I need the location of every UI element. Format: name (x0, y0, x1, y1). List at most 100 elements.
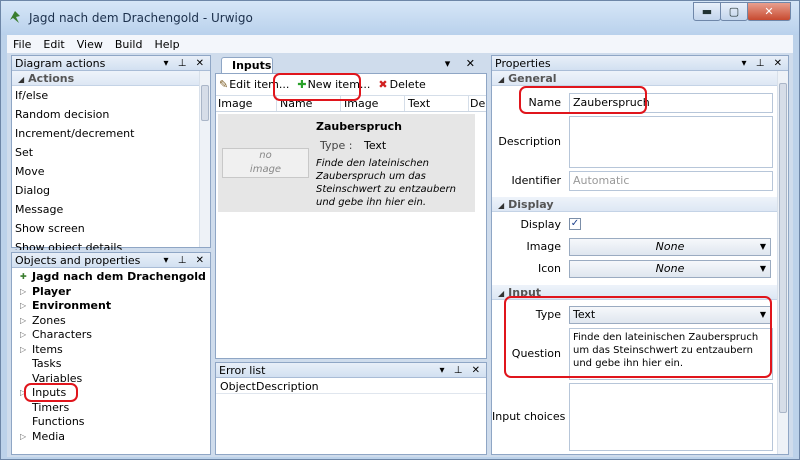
expand-icon[interactable]: ▷ (20, 343, 26, 358)
menu-edit[interactable]: Edit (37, 38, 70, 51)
tree-node-tasks[interactable]: Tasks (12, 357, 210, 372)
maximize-button[interactable]: ▢ (720, 2, 748, 21)
type-label: Type (535, 308, 561, 321)
tree-node-label: Media (32, 429, 66, 443)
delete-icon: ✖ (378, 78, 388, 91)
tab-inputs[interactable]: Inputs (221, 57, 273, 73)
col-name[interactable]: Name (280, 97, 312, 110)
identifier-field[interactable]: Automatic (569, 171, 773, 191)
icon-label: Icon (538, 262, 561, 275)
tree-node-inputs[interactable]: ▷ Inputs (12, 386, 210, 401)
tree-node-characters[interactable]: ▷ Characters (12, 328, 210, 343)
section-label: Actions (28, 72, 75, 85)
error-list-panel: Error list ▾ ⊥ ✕ Object Description (215, 362, 487, 455)
menu-file[interactable]: File (7, 38, 37, 51)
tree-node-player[interactable]: ▷ Player (12, 285, 210, 300)
col-object[interactable]: Object (220, 380, 256, 393)
expand-icon[interactable]: ▷ (20, 386, 26, 401)
menu-view[interactable]: View (71, 38, 109, 51)
tree-node-items[interactable]: ▷ Items (12, 343, 210, 358)
collapse-icon: ◢ (498, 201, 505, 210)
general-section[interactable]: ◢ General (492, 71, 777, 86)
col-text[interactable]: Text (408, 97, 430, 110)
scroll-thumb[interactable] (779, 83, 787, 413)
actions-section[interactable]: ◢ Actions (12, 71, 199, 86)
button-label: Edit item... (229, 78, 290, 91)
minimize-button[interactable]: ▬ (693, 2, 721, 21)
tree-node-label: Characters (32, 328, 93, 341)
panel-controls[interactable]: ▾ ⊥ ✕ (164, 253, 207, 268)
description-field[interactable] (569, 116, 773, 168)
tree-node-label: Tasks (32, 357, 62, 370)
action-message[interactable]: Message (12, 200, 199, 219)
action-show-object-details[interactable]: Show object details (12, 238, 199, 250)
close-button[interactable]: ✕ (747, 2, 791, 21)
action-dialog[interactable]: Dialog (12, 181, 199, 200)
col-description[interactable]: Description (256, 380, 319, 393)
display-section[interactable]: ◢ Display (492, 197, 777, 212)
type-combo[interactable]: Text ▼ (569, 306, 771, 324)
display-label: Display (520, 218, 561, 231)
expand-icon[interactable]: ▷ (20, 430, 26, 445)
delete-button[interactable]: ✖ Delete (378, 78, 425, 91)
document-controls[interactable]: ▾ ✕ (445, 57, 481, 70)
input-section[interactable]: ◢ Input (492, 285, 777, 300)
tree-node-label: Timers (32, 400, 70, 414)
tree-node-jagd-nach-dem-drachengold[interactable]: ✚ Jagd nach dem Drachengold (12, 270, 210, 285)
image-combo[interactable]: None ▼ (569, 238, 771, 256)
expand-icon[interactable]: ▷ (20, 328, 26, 343)
edit-item-button[interactable]: ✎ Edit item... (219, 78, 289, 91)
question-field[interactable]: Finde den lateinischen Zauberspruch um d… (569, 328, 773, 380)
section-label: Input (508, 286, 542, 299)
col-description[interactable]: De (470, 97, 486, 110)
identifier-label: Identifier (511, 174, 561, 187)
new-item-button[interactable]: ✚ New item... (297, 78, 370, 91)
icon-combo[interactable]: None ▼ (569, 260, 771, 278)
tree-node-label: Environment (32, 299, 112, 312)
combo-value: Text (573, 308, 596, 321)
panel-controls[interactable]: ▾ ⊥ ✕ (440, 363, 483, 378)
tree-node-variables[interactable]: Variables (12, 372, 210, 387)
tree-node-media[interactable]: ▷ Media (12, 430, 210, 445)
add-icon: ✚ (297, 78, 307, 91)
action-if-else[interactable]: If/else (12, 86, 199, 105)
scroll-thumb[interactable] (201, 85, 209, 121)
properties-scrollbar[interactable] (777, 71, 788, 454)
tree-node-environment[interactable]: ▷ Environment (12, 299, 210, 314)
action-increment[interactable]: Increment/decrement (12, 124, 199, 143)
name-field[interactable]: Zauberspruch (569, 93, 773, 113)
expand-icon[interactable]: ▷ (20, 299, 26, 314)
tree-node-zones[interactable]: ▷ Zones (12, 314, 210, 329)
col-image-2[interactable]: Image (344, 97, 378, 110)
diagram-actions-header: Diagram actions ▾ ⊥ ✕ (12, 56, 210, 71)
expand-icon[interactable]: ▷ (20, 285, 26, 300)
description-label: Description (498, 135, 561, 148)
menu-build[interactable]: Build (109, 38, 149, 51)
expand-icon[interactable]: ▷ (20, 314, 26, 329)
input-choices-field[interactable] (569, 383, 773, 451)
dropdown-arrow-icon: ▼ (759, 264, 766, 273)
input-row[interactable]: no image Zauberspruch Type : Text Finde … (218, 114, 475, 212)
actions-scrollbar[interactable] (199, 71, 210, 247)
menu-help[interactable]: Help (148, 38, 185, 51)
tree-node-label: Variables (32, 371, 83, 385)
action-move[interactable]: Move (12, 162, 199, 181)
tree-node-label: Jagd nach dem Drachengold (32, 270, 206, 283)
no-image-placeholder: no image (222, 148, 309, 178)
col-image[interactable]: Image (218, 97, 252, 110)
display-checkbox[interactable]: ✓ (569, 218, 581, 230)
error-list-header: Error list ▾ ⊥ ✕ (216, 363, 486, 378)
title-bar[interactable]: Jagd nach dem Drachengold - Urwigo ▬ ▢ ✕ (1, 1, 799, 35)
panel-controls[interactable]: ▾ ⊥ ✕ (164, 56, 207, 71)
menu-bar: File Edit View Build Help (7, 35, 793, 53)
image-label: Image (526, 240, 561, 253)
tree-node-functions[interactable]: Functions (12, 415, 210, 430)
panel-controls[interactable]: ▾ ⊥ ✕ (742, 56, 785, 71)
root-icon[interactable]: ✚ (20, 270, 27, 285)
input-name: Zauberspruch (316, 120, 403, 133)
action-show-screen[interactable]: Show screen (12, 219, 199, 238)
error-list-columns: Object Description (216, 378, 486, 394)
tree-node-timers[interactable]: Timers (12, 401, 210, 416)
action-random-decision[interactable]: Random decision (12, 105, 199, 124)
action-set[interactable]: Set (12, 143, 199, 162)
